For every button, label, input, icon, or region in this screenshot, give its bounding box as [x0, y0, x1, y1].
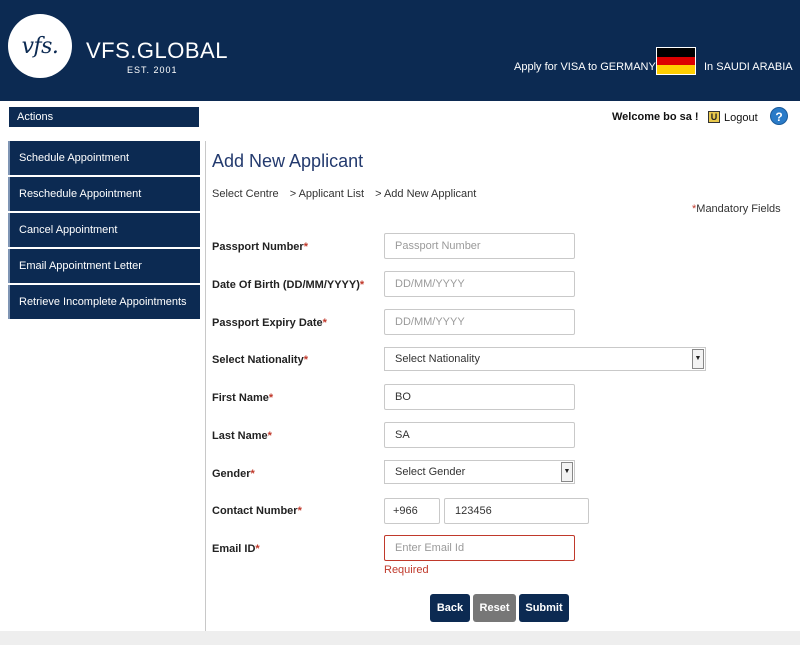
apply-visa-text: Apply for VISA to GERMANY	[514, 61, 656, 73]
dob-label-text: Date Of Birth (DD/MM/YYYY)	[212, 279, 360, 291]
nationality-label-text: Select Nationality	[212, 354, 304, 366]
sidebar-item-cancel-appointment[interactable]: Cancel Appointment	[8, 213, 200, 247]
gender-label-text: Gender	[212, 468, 251, 480]
chevron-down-icon[interactable]: ▼	[561, 462, 573, 482]
help-icon[interactable]: ?	[770, 107, 788, 125]
mandatory-fields-text: Mandatory Fields	[696, 203, 781, 215]
passport-expiry-label-text: Passport Expiry Date	[212, 317, 323, 329]
mandatory-fields-note: *Mandatory Fields	[692, 203, 781, 215]
vfs-logo[interactable]: vfs.	[8, 14, 72, 78]
last-name-input[interactable]	[384, 422, 575, 448]
required-asterisk: *	[303, 241, 308, 253]
first-name-input[interactable]	[384, 384, 575, 410]
breadcrumb-select-centre[interactable]: Select Centre	[212, 188, 279, 200]
gender-label: Gender*	[212, 468, 255, 480]
required-asterisk: *	[255, 543, 260, 555]
country-code-input[interactable]	[384, 498, 440, 524]
gender-select[interactable]: Select Gender ▼	[384, 460, 575, 484]
passport-number-label: Passport Number*	[212, 241, 308, 253]
logout-icon[interactable]: U	[708, 111, 720, 123]
email-label: Email ID*	[212, 543, 260, 555]
required-asterisk: *	[250, 468, 255, 480]
passport-expiry-label: Passport Expiry Date*	[212, 317, 327, 329]
footer-strip	[0, 631, 800, 645]
logo-mark: vfs.	[21, 33, 59, 59]
required-asterisk: *	[297, 505, 302, 517]
required-asterisk: *	[322, 317, 327, 329]
email-input[interactable]	[384, 535, 575, 561]
brand-est: EST. 2001	[127, 65, 178, 75]
last-name-label-text: Last Name	[212, 430, 268, 442]
sidebar-menu: Schedule Appointment Reschedule Appointm…	[8, 141, 200, 321]
flag-stripe-red	[657, 56, 695, 66]
first-name-label-text: First Name	[212, 392, 269, 404]
gender-selected-value: Select Gender	[395, 466, 466, 478]
submit-button[interactable]: Submit	[519, 594, 569, 622]
sidebar-item-email-appointment-letter[interactable]: Email Appointment Letter	[8, 249, 200, 283]
passport-number-label-text: Passport Number	[212, 241, 304, 253]
contact-number-input[interactable]	[444, 498, 589, 524]
last-name-label: Last Name*	[212, 430, 272, 442]
breadcrumb: Select Centre > Applicant List > Add New…	[212, 188, 484, 200]
passport-expiry-input[interactable]	[384, 309, 575, 335]
breadcrumb-applicant-list[interactable]: > Applicant List	[290, 188, 364, 200]
breadcrumb-add-new-applicant: > Add New Applicant	[375, 188, 477, 200]
nationality-select[interactable]: Select Nationality ▼	[384, 347, 706, 371]
back-button[interactable]: Back	[430, 594, 470, 622]
dob-input[interactable]	[384, 271, 575, 297]
flag-stripe-gold	[657, 65, 695, 75]
sidebar-item-retrieve-incomplete[interactable]: Retrieve Incomplete Appointments	[8, 285, 200, 319]
logout-link[interactable]: Logout	[724, 112, 758, 124]
brand-name: VFS.GLOBAL	[86, 38, 228, 63]
sidebar-item-reschedule-appointment[interactable]: Reschedule Appointment	[8, 177, 200, 211]
actions-header: Actions	[9, 107, 199, 127]
first-name-label: First Name*	[212, 392, 273, 404]
nationality-selected-value: Select Nationality	[395, 353, 480, 365]
email-label-text: Email ID	[212, 543, 256, 555]
chevron-down-icon[interactable]: ▼	[692, 349, 704, 369]
country-text: In SAUDI ARABIA	[704, 61, 793, 73]
sidebar-divider	[205, 141, 206, 631]
required-asterisk: *	[267, 430, 272, 442]
required-asterisk: *	[303, 354, 308, 366]
site-header: vfs. VFS.GLOBAL EST. 2001 Apply for VISA…	[0, 0, 800, 101]
flag-stripe-black	[657, 48, 695, 57]
nationality-label: Select Nationality*	[212, 354, 308, 366]
required-asterisk: *	[359, 279, 365, 291]
reset-button[interactable]: Reset	[473, 594, 516, 622]
email-required-error: Required	[384, 564, 429, 576]
page-title: Add New Applicant	[212, 151, 364, 171]
contact-number-label-text: Contact Number	[212, 505, 298, 517]
contact-number-label: Contact Number*	[212, 505, 302, 517]
dob-label: Date Of Birth (DD/MM/YYYY)*	[212, 279, 364, 291]
welcome-text: Welcome bo sa !	[612, 111, 699, 123]
germany-flag-icon	[656, 47, 696, 75]
required-asterisk: *	[268, 392, 274, 404]
passport-number-input[interactable]	[384, 233, 575, 259]
sidebar-item-schedule-appointment[interactable]: Schedule Appointment	[8, 141, 200, 175]
